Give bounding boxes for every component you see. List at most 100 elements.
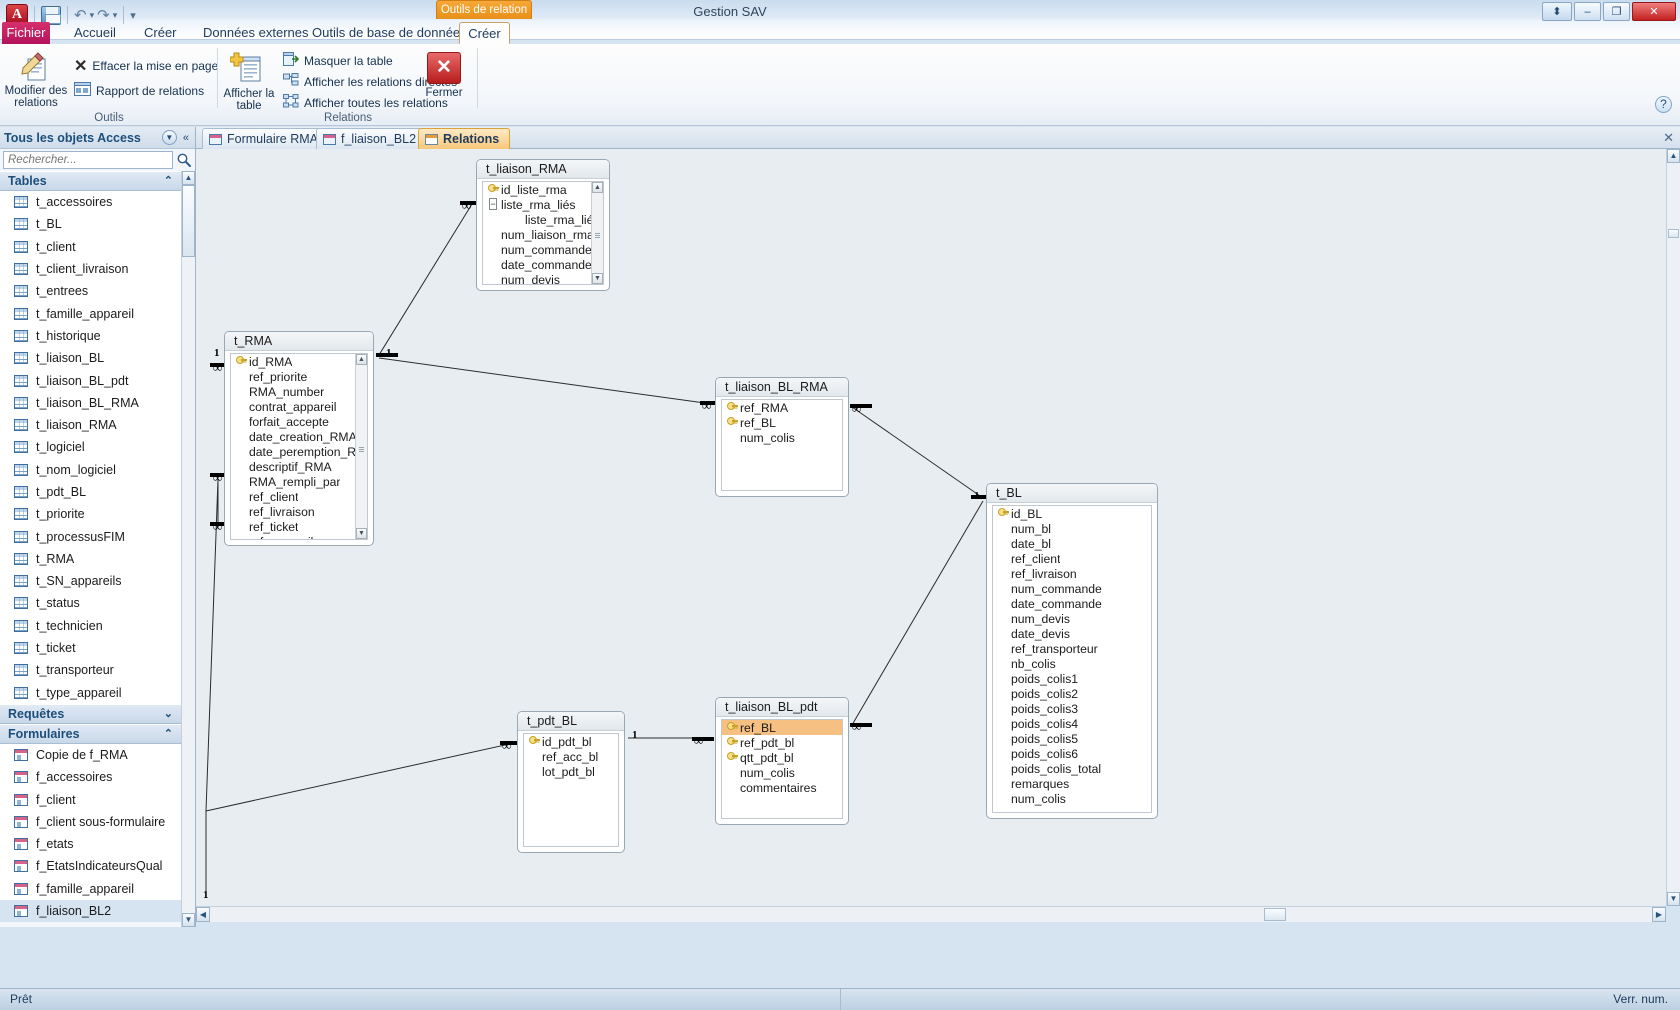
sidebar-item-t-processusfim[interactable]: t_processusFIM — [0, 525, 181, 547]
sidebar-item-t-type-appareil[interactable]: t_type_appareil — [0, 682, 181, 704]
scrollbar-thumb[interactable] — [595, 233, 600, 238]
diagram-field-commentaires[interactable]: commentaires — [722, 780, 842, 795]
sidebar-item-t-client-livraison[interactable]: t_client_livraison — [0, 258, 181, 280]
afficher-la-table-button[interactable]: Afficher la table — [218, 50, 280, 112]
diagram-field-date_commande[interactable]: date_commande — [483, 257, 603, 272]
masquer-la-table-button[interactable]: Masquer la table — [283, 52, 393, 69]
sidebar-item-f-accessoires[interactable]: f_accessoires — [0, 766, 181, 788]
expander-icon[interactable]: − — [485, 197, 501, 212]
minimize-button[interactable]: – — [1574, 2, 1601, 21]
diagram-field-RMA_number[interactable]: RMA_number — [231, 384, 367, 399]
sidebar-item-f-etatsindicateursqual[interactable]: f_EtatsIndicateursQual — [0, 855, 181, 877]
diagram-field-poids_colis1[interactable]: poids_colis1 — [993, 671, 1151, 686]
navpane-group-formulaires[interactable]: Formulaires ⌃ — [0, 723, 181, 744]
sidebar-item-t-nom-logiciel[interactable]: t_nom_logiciel — [0, 459, 181, 481]
diagram-table-title[interactable]: t_RMA — [225, 332, 373, 351]
diagram-field-date_peremption_RMA[interactable]: date_peremption_RMA — [231, 444, 367, 459]
canvas-vscroll-thumb[interactable] — [1668, 229, 1679, 238]
sidebar-item-t-priorite[interactable]: t_priorite — [0, 503, 181, 525]
scroll-down-icon[interactable]: ▼ — [356, 528, 367, 539]
diagram-field-lot_pdt_bl[interactable]: lot_pdt_bl — [524, 764, 618, 779]
diagram-field-nb_colis[interactable]: nb_colis — [993, 656, 1151, 671]
diagram-field-id_RMA[interactable]: id_RMA — [231, 354, 367, 369]
scroll-down-icon[interactable]: ▼ — [1667, 892, 1680, 906]
diagram-field-ref_BL[interactable]: ref_BL — [722, 415, 842, 430]
close-button[interactable]: ✕ — [1632, 2, 1676, 21]
navpane-search[interactable] — [0, 149, 195, 171]
sidebar-item-t-bl[interactable]: t_BL — [0, 213, 181, 235]
diagram-field-contrat_appareil[interactable]: contrat_appareil — [231, 399, 367, 414]
diagram-field-poids_colis5[interactable]: poids_colis5 — [993, 731, 1151, 746]
sidebar-item-t-liaison-bl[interactable]: t_liaison_BL — [0, 347, 181, 369]
diagram-field-date_creation_RMA[interactable]: date_creation_RMA — [231, 429, 367, 444]
diagram-field-date_devis[interactable]: date_devis — [993, 626, 1151, 641]
diagram-field-RMA_rempli_par[interactable]: RMA_rempli_par — [231, 474, 367, 489]
ribbon-tab-outils-bdd[interactable]: Outils de base de données — [300, 22, 479, 44]
sidebar-item-t-client[interactable]: t_client — [0, 236, 181, 258]
sidebar-item-t-rma[interactable]: t_RMA — [0, 548, 181, 570]
ribbon-tabstrip[interactable]: Fichier Accueil Créer Données externes O… — [0, 22, 1680, 44]
effacer-mise-en-page-button[interactable]: ✕ Effacer la mise en page — [74, 56, 218, 76]
diagram-table-t_BL[interactable]: t_BL id_BL num_bl date_bl ref_client ref_livr… — [986, 483, 1158, 819]
diagram-field-ref_appareil[interactable]: ref_appareil — [231, 534, 367, 540]
document-tabs[interactable]: Formulaire RMA f_liaison_BL2 Relations ✕ — [196, 127, 1680, 149]
diagram-field-ref_client[interactable]: ref_client — [231, 489, 367, 504]
restore-pane-icon[interactable]: ⬍ — [1542, 2, 1572, 21]
doc-tab-formulaire-rma[interactable]: Formulaire RMA — [202, 128, 329, 149]
chevron-down-icon[interactable]: ⌄ — [164, 705, 173, 724]
diagram-field-ref_pdt_bl[interactable]: ref_pdt_bl — [722, 735, 842, 750]
diagram-table-t_pdt_BL[interactable]: t_pdt_BL id_pdt_bl ref_acc_bl lot_pdt_bl — [517, 711, 625, 853]
diagram-field-id_pdt_bl[interactable]: id_pdt_bl — [524, 734, 618, 749]
canvas-vertical-scrollbar[interactable]: ▲ ▼ — [1666, 149, 1680, 906]
search-input[interactable] — [3, 151, 173, 169]
window-controls[interactable]: ⬍ – ❐ ✕ — [1542, 2, 1676, 21]
diagram-field-ref_RMA[interactable]: ref_RMA — [722, 400, 842, 415]
diagram-table-title[interactable]: t_pdt_BL — [518, 712, 624, 731]
diagram-field-id_BL[interactable]: id_BL — [993, 506, 1151, 521]
diagram-field-poids_colis6[interactable]: poids_colis6 — [993, 746, 1151, 761]
sidebar-item-t-liaison-bl-pdt[interactable]: t_liaison_BL_pdt — [0, 369, 181, 391]
diagram-field-qtt_pdt_bl[interactable]: qtt_pdt_bl — [722, 750, 842, 765]
diagram-field-num_devis[interactable]: num_devis — [993, 611, 1151, 626]
scrollbar-thumb[interactable] — [182, 185, 195, 257]
diagram-table-t_liaison_RMA[interactable]: t_liaison_RMA id_liste_rma − liste_rma_liés… — [476, 159, 610, 291]
scroll-up-icon[interactable]: ▲ — [592, 182, 603, 193]
sidebar-item-copie-de-f-rma[interactable]: Copie de f_RMA — [0, 744, 181, 766]
chevron-down-icon[interactable]: ▼ — [161, 130, 177, 145]
sidebar-item-f-etats[interactable]: f_etats — [0, 833, 181, 855]
diagram-field-num_liaison_rma[interactable]: num_liaison_rma — [483, 227, 603, 242]
chevron-up-icon[interactable]: ⌃ — [164, 725, 173, 744]
navpane-group-requetes[interactable]: Requêtes ⌄ — [0, 703, 181, 724]
diagram-field-num_devis[interactable]: num_devis — [483, 272, 603, 285]
sidebar-item-t-sn-appareils[interactable]: t_SN_appareils — [0, 570, 181, 592]
diagram-field-ref_livraison[interactable]: ref_livraison — [993, 566, 1151, 581]
sidebar-item-t-accessoires[interactable]: t_accessoires — [0, 191, 181, 213]
diagram-field-num_commande[interactable]: num_commande — [483, 242, 603, 257]
diagram-table-scrollbar[interactable]: ▲ ▼ — [355, 354, 367, 539]
diagram-field-poids_colis4[interactable]: poids_colis4 — [993, 716, 1151, 731]
collapse-pane-icon[interactable]: « — [181, 132, 191, 144]
scroll-up-icon[interactable]: ▲ — [1667, 149, 1680, 163]
close-document-icon[interactable]: ✕ — [1663, 130, 1674, 146]
diagram-field-num_colis[interactable]: num_colis — [722, 765, 842, 780]
sidebar-item-t-transporteur[interactable]: t_transporteur — [0, 659, 181, 681]
fermer-button[interactable]: ✕ Fermer — [416, 52, 472, 99]
diagram-field-remarques[interactable]: remarques — [993, 776, 1151, 791]
scroll-down-icon[interactable]: ▼ — [182, 913, 195, 927]
scroll-left-icon[interactable]: ◀ — [196, 907, 210, 922]
diagram-field-ref_priorite[interactable]: ref_priorite — [231, 369, 367, 384]
diagram-field-ref_client[interactable]: ref_client — [993, 551, 1151, 566]
diagram-table-scrollbar[interactable]: ▲ ▼ — [591, 182, 603, 284]
sidebar-item-t-logiciel[interactable]: t_logiciel — [0, 436, 181, 458]
doc-tab-relations[interactable]: Relations — [418, 128, 511, 149]
diagram-field-poids_colis3[interactable]: poids_colis3 — [993, 701, 1151, 716]
diagram-table-title[interactable]: t_liaison_BL_RMA — [716, 378, 848, 397]
scroll-down-icon[interactable]: ▼ — [592, 273, 603, 284]
diagram-field-ref_transporteur[interactable]: ref_transporteur — [993, 641, 1151, 656]
navpane-group-tables[interactable]: Tables ⌃ — [0, 171, 181, 191]
ribbon-tab-creer[interactable]: Créer — [132, 22, 189, 44]
diagram-field-liste_rma_lié[interactable]: liste_rma_lié — [483, 212, 603, 227]
diagram-field-date_bl[interactable]: date_bl — [993, 536, 1151, 551]
diagram-field-id_liste_rma[interactable]: id_liste_rma — [483, 182, 603, 197]
sidebar-item-t-liaison-bl-rma[interactable]: t_liaison_BL_RMA — [0, 392, 181, 414]
